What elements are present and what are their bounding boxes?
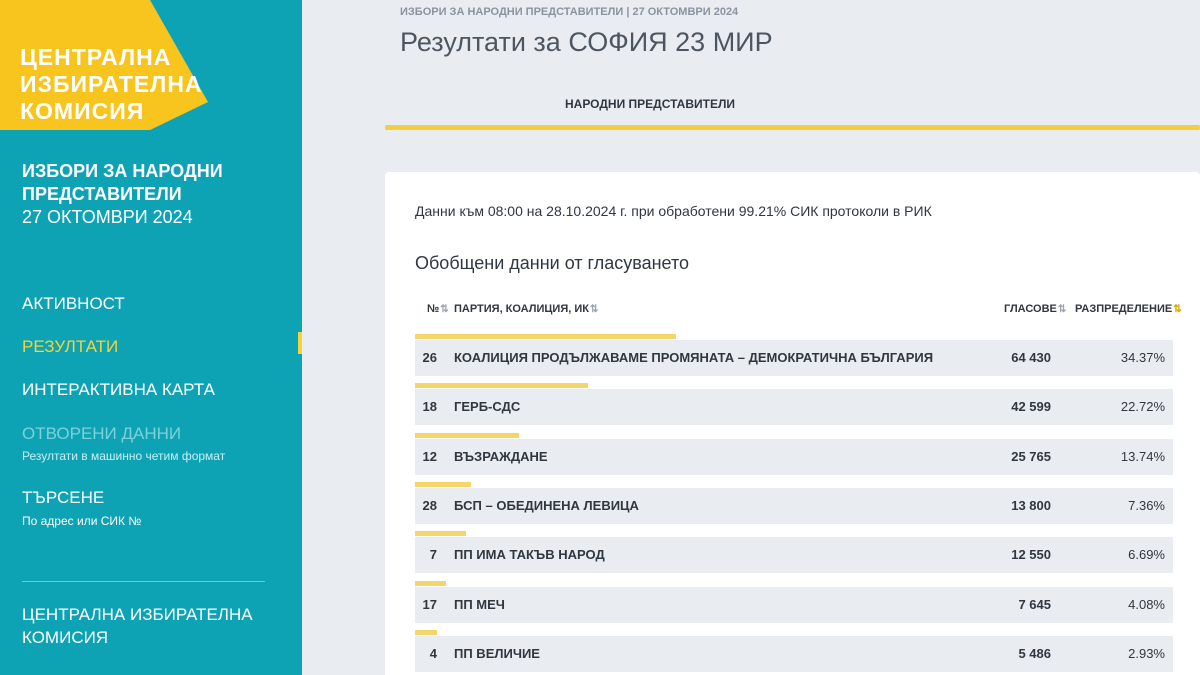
column-header-party[interactable]: ПАРТИЯ, КОАЛИЦИЯ, ИК⇅: [454, 303, 598, 315]
logo-line-3: КОМИСИЯ: [20, 98, 145, 124]
page-title: Резултати за СОФИЯ 23 МИР: [400, 27, 773, 57]
footer-line-2: КОМИСИЯ: [22, 628, 109, 647]
party-name: БСП – ОБЕДИНЕНА ЛЕВИЦА: [454, 497, 639, 513]
vote-percentage: 34.37%: [1120, 350, 1165, 365]
vote-percentage: 2.93%: [1128, 645, 1165, 661]
vote-percentage: 13.74%: [1120, 448, 1165, 464]
tab-national-representatives[interactable]: НАРОДНИ ПРЕДСТАВИТЕЛИ: [385, 87, 1200, 131]
nav-item-open-data-subtitle: Резултати в машинно четим формат: [22, 449, 226, 463]
vote-percentage: 6.69%: [1128, 547, 1165, 563]
votes-count: 42 599: [1011, 399, 1051, 415]
vote-share-bar: [415, 481, 471, 487]
sidebar: ЦЕНТРАЛНА ИЗБИРАТЕЛНА КОМИСИЯ ИЗБОРИ ЗА …: [0, 0, 302, 675]
sidebar-footer-link[interactable]: ЦЕНТРАЛНА ИЗБИРАТЕЛНА КОМИСИЯ: [22, 603, 253, 649]
vote-share-bar: [415, 383, 588, 389]
election-title-line-2: ПРЕДСТАВИТЕЛИ: [22, 184, 182, 204]
row-number: 7: [429, 547, 437, 563]
table-row[interactable]: 4 ПП ВЕЛИЧИЕ 5 486 2.93%: [415, 629, 1173, 672]
row-number: 4: [429, 645, 437, 661]
party-name: ПП ВЕЛИЧИЕ: [454, 645, 540, 661]
active-nav-marker: [298, 332, 302, 354]
sidebar-divider: [22, 581, 265, 582]
column-header-distribution[interactable]: РАЗПРЕДЕЛЕНИЕ⇅: [1075, 303, 1182, 315]
table-row[interactable]: 12 ВЪЗРАЖДАНЕ 25 765 13.74%: [415, 432, 1173, 475]
vote-percentage: 4.08%: [1128, 596, 1165, 612]
section-title: Обобщени данни от гласуването: [415, 253, 690, 273]
votes-count: 13 800: [1011, 497, 1051, 513]
table-row[interactable]: 7 ПП ИМА ТАКЪВ НАРОД 12 550 6.69%: [415, 531, 1173, 574]
row-number: 17: [422, 596, 437, 612]
nav-item-results[interactable]: РЕЗУЛТАТИ: [22, 337, 118, 357]
party-name: ПП МЕЧ: [454, 596, 505, 612]
sort-icon: ⇅: [1057, 304, 1067, 315]
sort-icon: ⇅: [589, 304, 599, 315]
column-header-party-label: ПАРТИЯ, КОАЛИЦИЯ, ИК: [454, 303, 589, 315]
party-name: ПП ИМА ТАКЪВ НАРОД: [454, 547, 605, 563]
nav-item-search[interactable]: ТЪРСЕНЕ: [22, 488, 104, 508]
votes-count: 7 645: [1018, 596, 1051, 612]
logo-line-2: ИЗБИРАТЕЛНА: [20, 71, 203, 97]
column-header-votes[interactable]: ГЛАСОВЕ⇅: [1004, 303, 1066, 315]
footer-line-1: ЦЕНТРАЛНА ИЗБИРАТЕЛНА: [22, 605, 253, 624]
vote-share-bar: [415, 531, 466, 537]
column-header-number-label: №: [427, 303, 440, 315]
table-row[interactable]: 17 ПП МЕЧ 7 645 4.08%: [415, 580, 1173, 623]
column-header-distribution-label: РАЗПРЕДЕЛЕНИЕ: [1075, 303, 1173, 315]
sort-icon: ⇅: [440, 304, 449, 315]
tab-active-underline: [385, 125, 1200, 130]
election-title-line-1: ИЗБОРИ ЗА НАРОДНИ: [22, 161, 223, 181]
nav-item-search-subtitle: По адрес или СИК №: [22, 514, 142, 528]
tab-label: НАРОДНИ ПРЕДСТАВИТЕЛИ: [565, 97, 735, 111]
column-header-votes-label: ГЛАСОВЕ: [1004, 303, 1057, 315]
nav-item-interactive-map[interactable]: ИНТЕРАКТИВНА КАРТА: [22, 380, 215, 400]
vote-share-bar: [415, 580, 446, 586]
vote-share-bar: [415, 334, 676, 339]
party-name: КОАЛИЦИЯ ПРОДЪЛЖАВАМЕ ПРОМЯНАТА – ДЕМОКР…: [454, 350, 934, 365]
votes-count: 25 765: [1011, 448, 1051, 464]
nav-item-activity[interactable]: АКТИВНОСТ: [22, 294, 125, 314]
vote-share-bar: [415, 432, 520, 438]
row-number: 18: [422, 399, 437, 415]
row-number: 26: [422, 350, 437, 365]
vote-percentage: 22.72%: [1120, 399, 1165, 415]
votes-count: 64 430: [1011, 350, 1051, 365]
data-timestamp-note: Данни към 08:00 на 28.10.2024 г. при обр…: [415, 203, 932, 219]
row-number: 12: [422, 448, 437, 464]
table-row[interactable]: 26 КОАЛИЦИЯ ПРОДЪЛЖАВАМЕ ПРОМЯНАТА – ДЕМО…: [415, 334, 1173, 376]
row-number: 28: [422, 497, 437, 513]
vote-percentage: 7.36%: [1128, 497, 1165, 513]
votes-count: 12 550: [1011, 547, 1051, 563]
breadcrumb: ИЗБОРИ ЗА НАРОДНИ ПРЕДСТАВИТЕЛИ | 27 ОКТ…: [400, 6, 739, 18]
party-name: ВЪЗРАЖДАНЕ: [454, 448, 548, 464]
column-header-number[interactable]: №⇅: [427, 303, 449, 315]
election-date: 27 ОКТОМВРИ 2024: [22, 207, 193, 227]
table-row[interactable]: 18 ГЕРБ-СДС 42 599 22.72%: [415, 383, 1173, 426]
table-row[interactable]: 28 БСП – ОБЕДИНЕНА ЛЕВИЦА 13 800 7.36%: [415, 481, 1173, 524]
election-title: ИЗБОРИ ЗА НАРОДНИ ПРЕДСТАВИТЕЛИ 27 ОКТОМ…: [22, 160, 223, 229]
votes-count: 5 486: [1018, 645, 1051, 661]
results-card: Данни към 08:00 на 28.10.2024 г. при обр…: [385, 172, 1200, 675]
nav-item-open-data[interactable]: ОТВОРЕНИ ДАННИ: [22, 424, 181, 444]
logo[interactable]: ЦЕНТРАЛНА ИЗБИРАТЕЛНА КОМИСИЯ: [20, 44, 203, 125]
vote-share-bar: [415, 629, 438, 635]
logo-line-1: ЦЕНТРАЛНА: [20, 44, 172, 70]
party-name: ГЕРБ-СДС: [454, 399, 521, 415]
sort-desc-icon: ⇅: [1173, 304, 1182, 315]
